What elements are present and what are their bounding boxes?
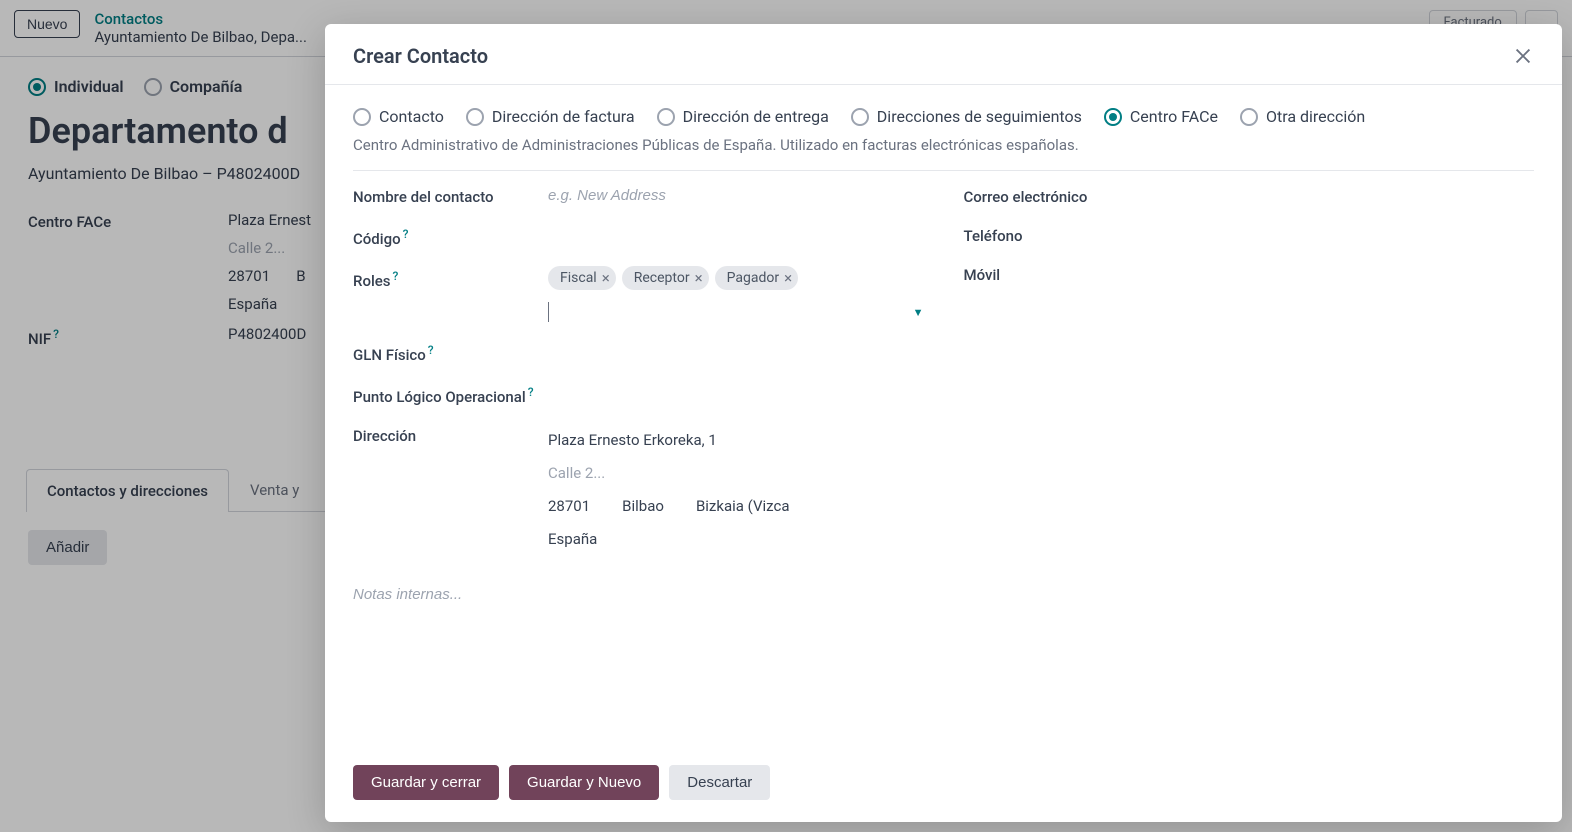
- tag-remove-icon[interactable]: ×: [784, 269, 792, 287]
- address-country: España: [548, 523, 924, 556]
- correo-input[interactable]: [1159, 185, 1535, 206]
- modal-title: Crear Contacto: [353, 44, 488, 68]
- telefono-input[interactable]: [1159, 224, 1535, 245]
- roles-input[interactable]: [548, 302, 913, 322]
- tag-receptor: Receptor×: [622, 266, 709, 290]
- tag-fiscal: Fiscal×: [548, 266, 616, 290]
- type-help-text: Centro Administrativo de Administracione…: [353, 136, 1534, 171]
- save-close-button[interactable]: Guardar y cerrar: [353, 765, 499, 800]
- label-direccion: Dirección: [353, 424, 548, 556]
- help-icon[interactable]: ?: [428, 343, 434, 357]
- address-state: Bizkaia (Vizca: [696, 490, 790, 523]
- address-line2: Calle 2...: [548, 457, 924, 490]
- address-block[interactable]: Plaza Ernesto Erkoreka, 1 Calle 2... 287…: [548, 424, 924, 556]
- help-icon[interactable]: ?: [403, 227, 409, 241]
- label-telefono: Teléfono: [964, 224, 1159, 245]
- save-new-button[interactable]: Guardar y Nuevo: [509, 765, 659, 800]
- tag-pagador: Pagador×: [715, 266, 799, 290]
- address-zip: 28701: [548, 490, 590, 523]
- help-icon[interactable]: ?: [528, 385, 534, 399]
- chevron-down-icon[interactable]: ▼: [913, 306, 924, 319]
- label-movil: Móvil: [964, 263, 1159, 284]
- tag-remove-icon[interactable]: ×: [602, 269, 610, 287]
- help-icon[interactable]: ?: [393, 269, 399, 283]
- label-punto-logico: Punto Lógico Operacional?: [353, 382, 548, 406]
- label-roles: Roles?: [353, 266, 548, 322]
- tag-remove-icon[interactable]: ×: [695, 269, 703, 287]
- movil-input[interactable]: [1159, 263, 1535, 284]
- label-nombre: Nombre del contacto: [353, 185, 548, 206]
- codigo-input[interactable]: [548, 224, 924, 245]
- radio-type-entrega[interactable]: Dirección de entrega: [657, 107, 829, 126]
- address-city: Bilbao: [622, 490, 664, 523]
- gln-input[interactable]: [548, 340, 924, 361]
- close-icon[interactable]: [1512, 45, 1534, 67]
- create-contact-modal: Crear Contacto Contacto Dirección de fac…: [325, 24, 1562, 822]
- label-codigo: Código?: [353, 224, 548, 248]
- notes-input[interactable]: [353, 582, 924, 607]
- roles-tags[interactable]: Fiscal× Receptor× Pagador× ▼: [548, 266, 924, 322]
- label-correo: Correo electrónico: [964, 185, 1159, 206]
- radio-type-seguimientos[interactable]: Direcciones de seguimientos: [851, 107, 1082, 126]
- discard-button[interactable]: Descartar: [669, 765, 770, 800]
- radio-type-face[interactable]: Centro FACe: [1104, 107, 1218, 126]
- nombre-input[interactable]: [548, 185, 924, 206]
- address-line1: Plaza Ernesto Erkoreka, 1: [548, 424, 924, 457]
- radio-type-contacto[interactable]: Contacto: [353, 107, 444, 126]
- radio-type-otra[interactable]: Otra dirección: [1240, 107, 1365, 126]
- punto-logico-input[interactable]: [548, 382, 924, 403]
- radio-type-factura[interactable]: Dirección de factura: [466, 107, 635, 126]
- label-gln: GLN Físico?: [353, 340, 548, 364]
